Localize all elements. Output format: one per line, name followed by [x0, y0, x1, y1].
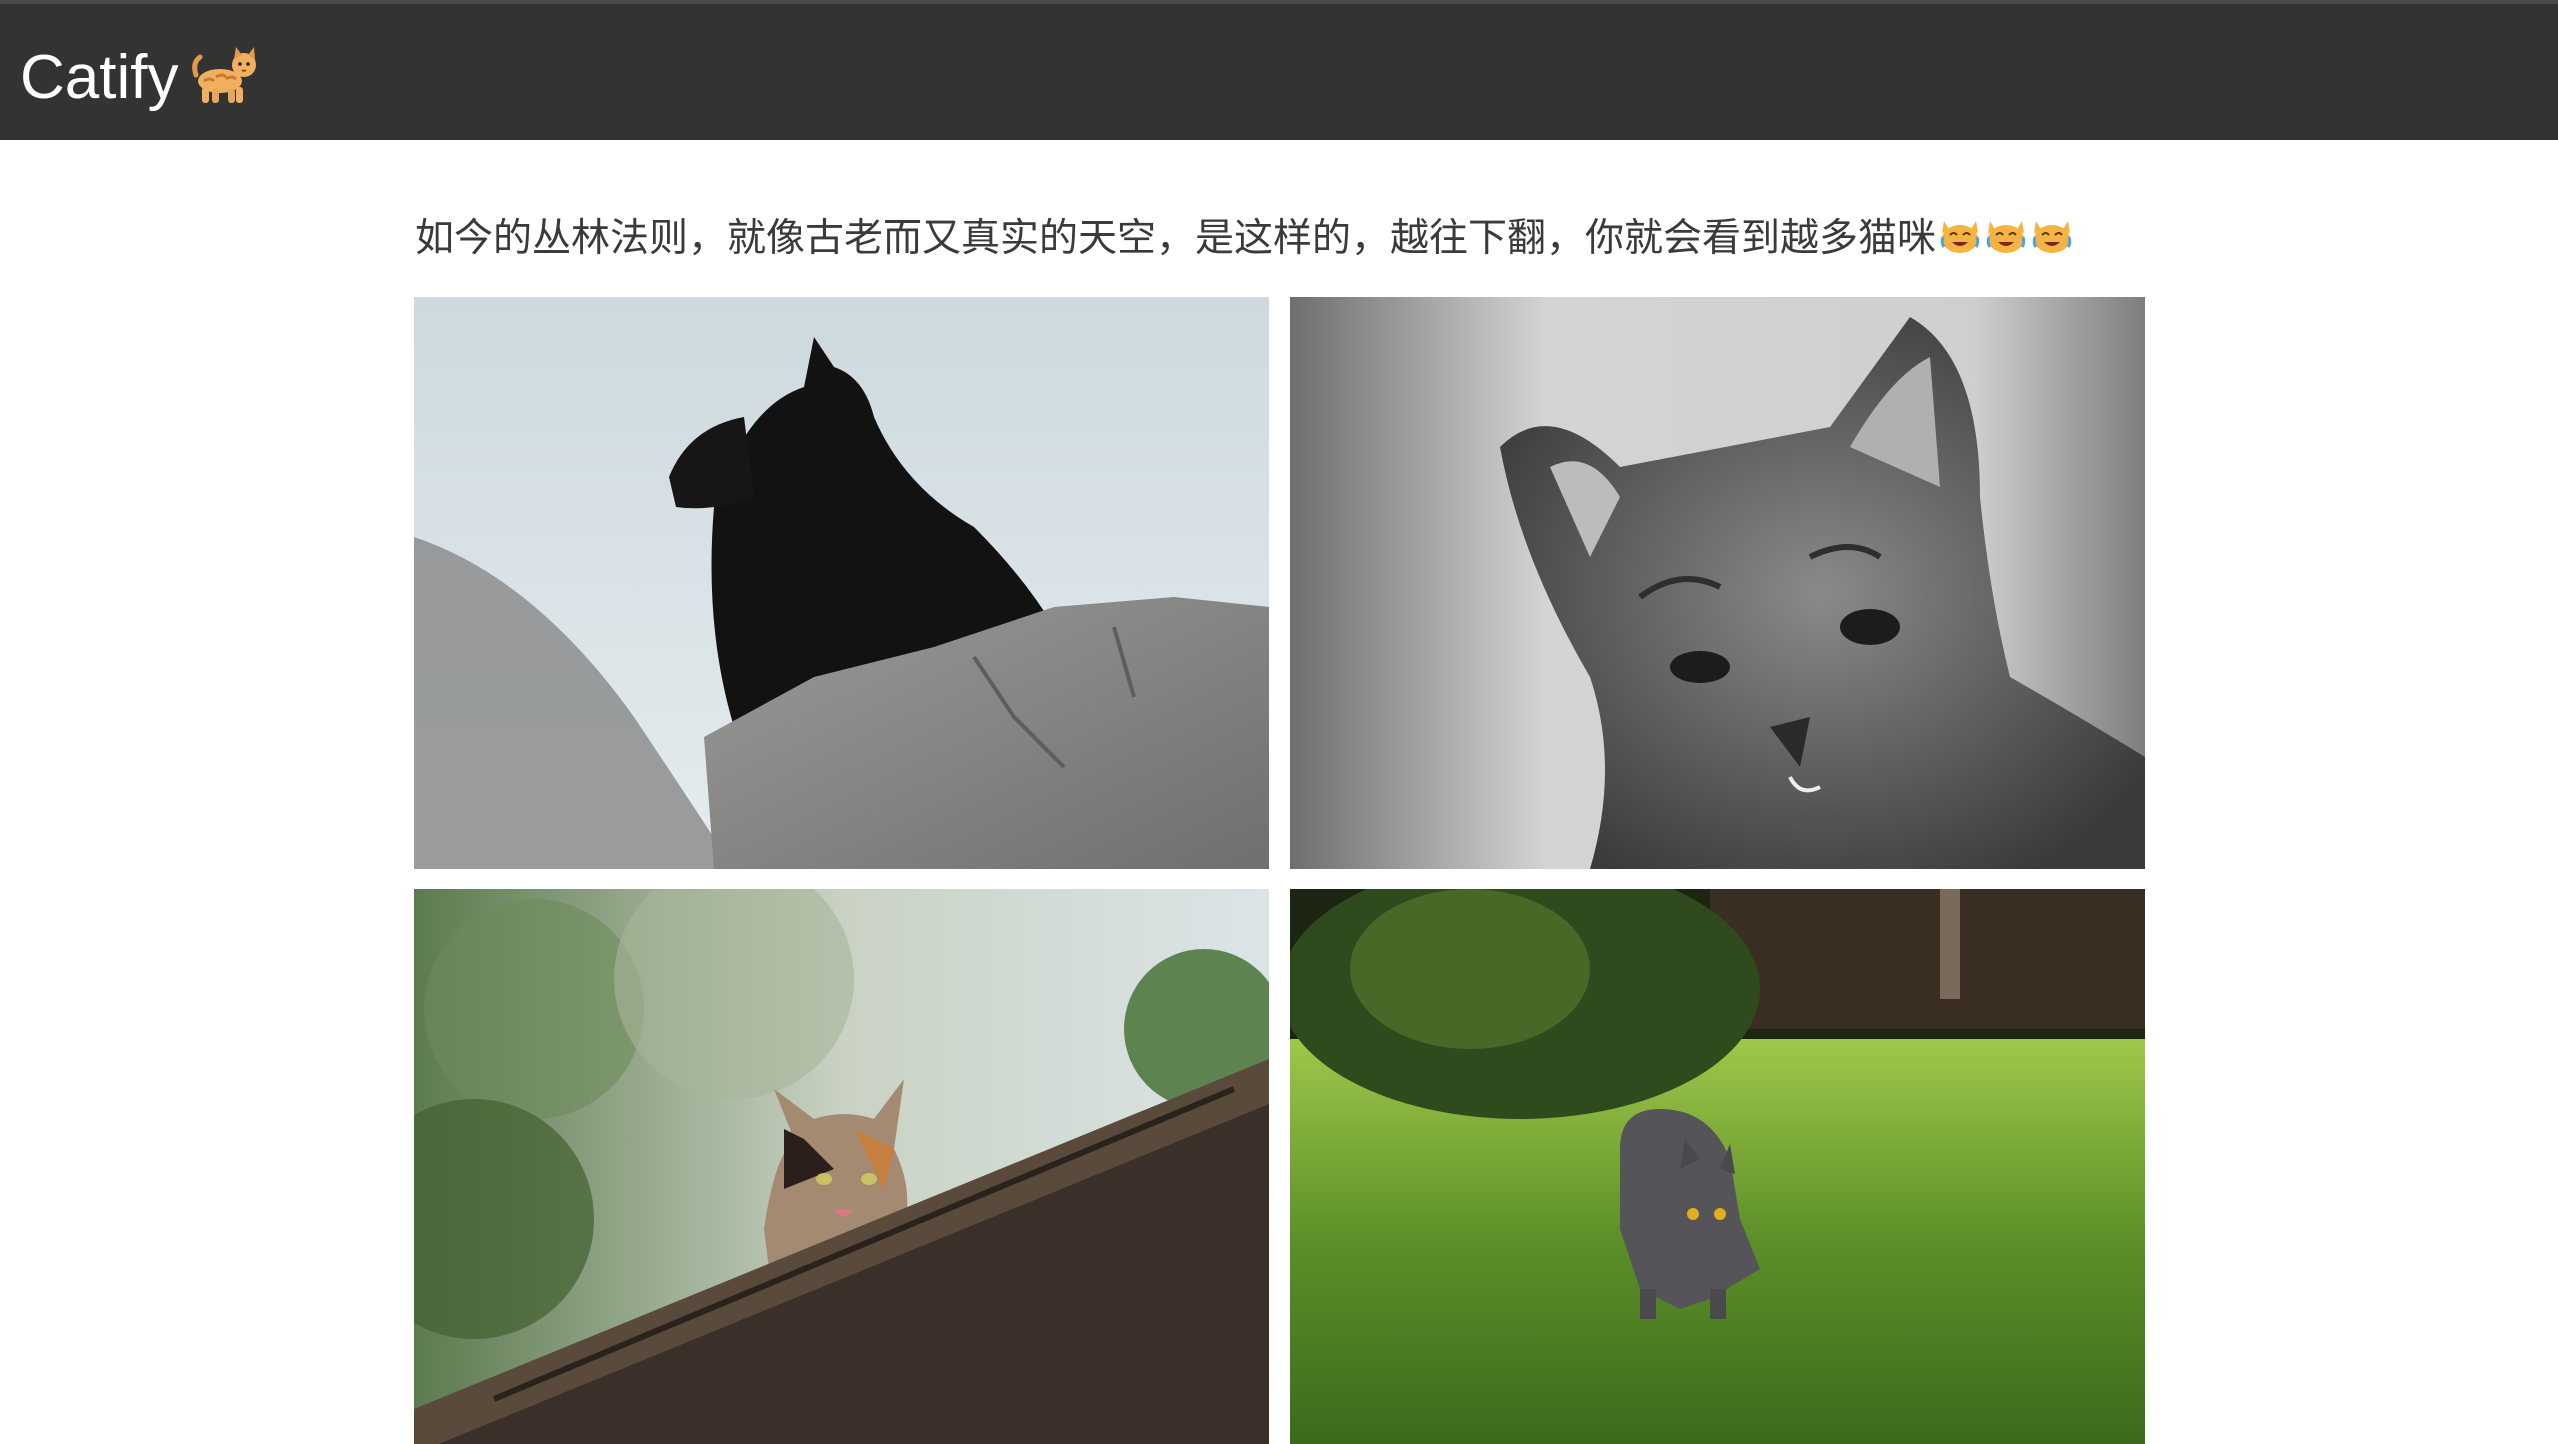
brand-link[interactable]: Catify [20, 32, 260, 122]
cat-photo[interactable] [414, 889, 1269, 1444]
crying-laughing-cat-icon [1938, 215, 1982, 255]
grey-cat-image [1290, 889, 2145, 1444]
top-navbar: Catify [0, 0, 2558, 140]
intro-paragraph: 如今的丛林法则，就像古老而又真实的天空，是这样的，越往下翻，你就会看到越多猫咪 [415, 200, 2145, 270]
black-cat-image [414, 297, 1269, 869]
crying-laughing-cat-icon [2030, 215, 2074, 255]
intro-text: 如今的丛林法则，就像古老而又真实的天空，是这样的，越往下翻，你就会看到越多猫咪 [415, 216, 1937, 261]
crying-laughing-cat-icon [1984, 215, 2028, 255]
cat-photo[interactable] [414, 297, 1269, 869]
tabby-kitten-image [1290, 297, 2145, 869]
calico-cat-image [414, 889, 1269, 1444]
cat-photo[interactable] [1290, 297, 2145, 869]
brand-text: Catify [20, 42, 179, 112]
cat-emoji-icon [190, 45, 260, 109]
cat-photo[interactable] [1290, 889, 2145, 1444]
